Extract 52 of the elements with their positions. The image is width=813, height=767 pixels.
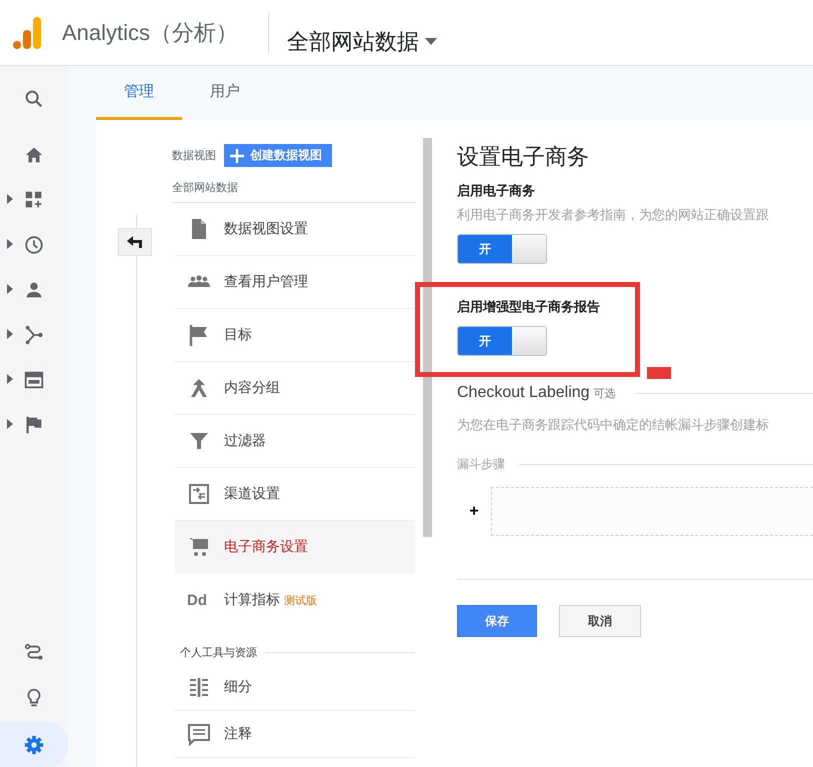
back-arrow-icon bbox=[127, 236, 143, 248]
property-selector[interactable]: 全部网站数据 bbox=[287, 8, 438, 56]
setting-description: 利用电子商务开发者参考指南，为您的网站正确设置跟 bbox=[457, 206, 770, 224]
toggle-switch[interactable]: 开 bbox=[457, 234, 547, 264]
channel-icon bbox=[187, 482, 211, 506]
section-heading: 个人工具与资源 bbox=[180, 646, 257, 660]
cart-icon bbox=[187, 535, 211, 559]
menu-item[interactable]: 查看用户管理 bbox=[175, 256, 415, 309]
expand-caret-icon[interactable] bbox=[7, 374, 13, 384]
comment-icon bbox=[187, 722, 211, 746]
scrollbar[interactable] bbox=[423, 138, 432, 537]
menu-item[interactable]: 过滤器 bbox=[175, 415, 415, 468]
page-title: 设置电子商务 bbox=[457, 143, 590, 171]
expand-caret-icon[interactable] bbox=[7, 419, 13, 429]
menu-item[interactable]: 注释 bbox=[175, 711, 415, 758]
dropdown-caret-icon bbox=[425, 38, 438, 45]
create-view-button[interactable]: 创建数据视图 bbox=[224, 144, 332, 167]
expand-caret-icon[interactable] bbox=[7, 194, 13, 204]
app-title: Analytics（分析） bbox=[62, 18, 238, 47]
menu-item[interactable]: 目标 bbox=[175, 309, 415, 362]
section-title: Checkout Labeling bbox=[457, 384, 590, 402]
cancel-button[interactable]: 取消 bbox=[559, 605, 641, 637]
expand-caret-icon[interactable] bbox=[7, 284, 13, 294]
metric-icon: Dd bbox=[187, 592, 211, 608]
clock-icon[interactable] bbox=[23, 234, 45, 256]
save-button[interactable]: 保存 bbox=[457, 605, 537, 637]
menu-item[interactable]: 数据视图设置 bbox=[175, 203, 415, 256]
fork-icon[interactable] bbox=[23, 324, 45, 346]
toggle-switch[interactable]: 开 bbox=[457, 326, 547, 356]
plus-icon bbox=[230, 148, 244, 162]
menu-item[interactable]: 细分 bbox=[175, 664, 415, 711]
logo-icon bbox=[12, 16, 42, 50]
optional-note: 可选 bbox=[594, 386, 616, 400]
current-view: 全部网站数据 bbox=[172, 180, 415, 203]
beta-label: 测试版 bbox=[284, 594, 317, 608]
settings-icon[interactable] bbox=[23, 734, 45, 756]
annotation-mark bbox=[647, 367, 671, 379]
setting-label: 启用电子商务 bbox=[457, 182, 536, 200]
menu-item[interactable]: 内容分组 bbox=[175, 362, 415, 415]
expand-caret-icon[interactable] bbox=[7, 329, 13, 339]
menu-item[interactable]: 电子商务设置 bbox=[175, 521, 415, 574]
search-icon[interactable] bbox=[23, 88, 45, 110]
tab[interactable]: 用户 bbox=[182, 66, 268, 120]
expand-caret-icon[interactable] bbox=[7, 239, 13, 249]
segments-icon bbox=[187, 675, 211, 699]
section-description: 为您在电子商务跟踪代码中确定的结帐漏斗步骤创建标 bbox=[457, 416, 770, 434]
menu-item[interactable]: Dd 计算指标 测试版 bbox=[175, 574, 415, 627]
view-label: 数据视图 bbox=[172, 149, 216, 163]
setting-label: 启用增强型电子商务报告 bbox=[457, 298, 601, 316]
back-button[interactable] bbox=[118, 228, 152, 256]
funnel-label: 漏斗步骤 bbox=[457, 456, 505, 473]
add-step-button[interactable]: + bbox=[457, 502, 491, 520]
